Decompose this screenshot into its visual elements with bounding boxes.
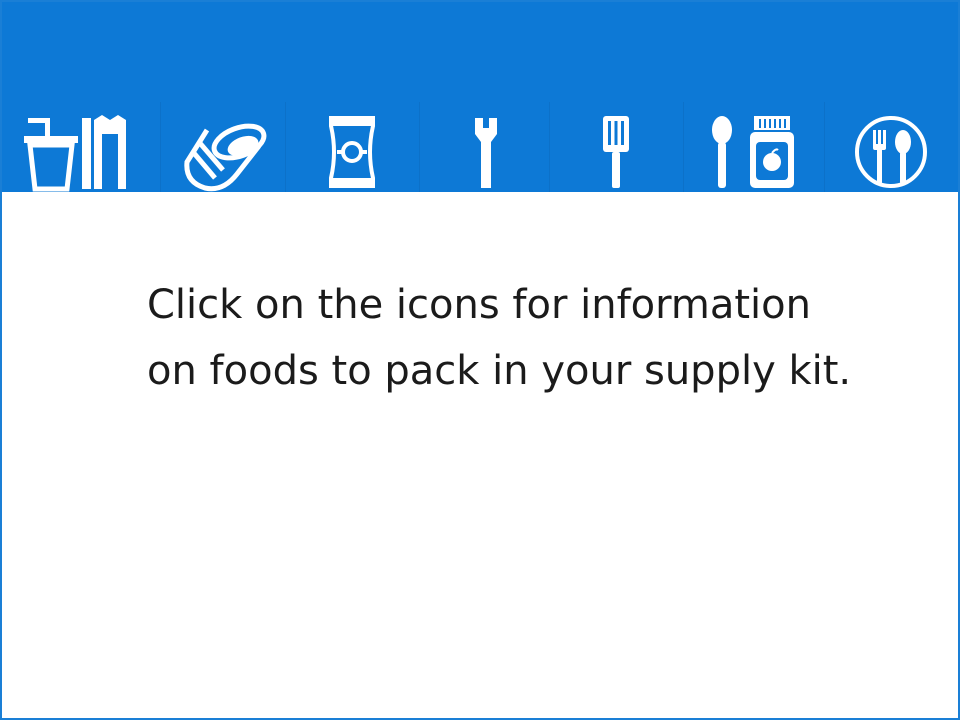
drinks-icon xyxy=(24,115,126,192)
spatula-icon xyxy=(603,116,629,188)
canned-food-button[interactable] xyxy=(160,102,294,192)
plate-utensils-button[interactable] xyxy=(824,102,958,192)
baby-food-button[interactable] xyxy=(683,102,817,192)
baby-food-icon xyxy=(712,116,794,188)
drinks-button[interactable] xyxy=(10,102,144,192)
snack-bag-button[interactable] xyxy=(285,102,419,192)
can-opener-icon xyxy=(475,118,497,188)
spatula-button[interactable] xyxy=(549,102,683,192)
icon-banner xyxy=(2,2,958,192)
instruction-text: Click on the icons for information on fo… xyxy=(147,282,852,394)
icon-nav xyxy=(2,102,958,192)
snack-bag-icon xyxy=(329,116,375,188)
canned-food-icon xyxy=(184,123,267,192)
can-opener-button[interactable] xyxy=(419,102,553,192)
plate-utensils-icon xyxy=(855,116,927,188)
slide-frame: Click on the icons for information on fo… xyxy=(0,0,960,720)
